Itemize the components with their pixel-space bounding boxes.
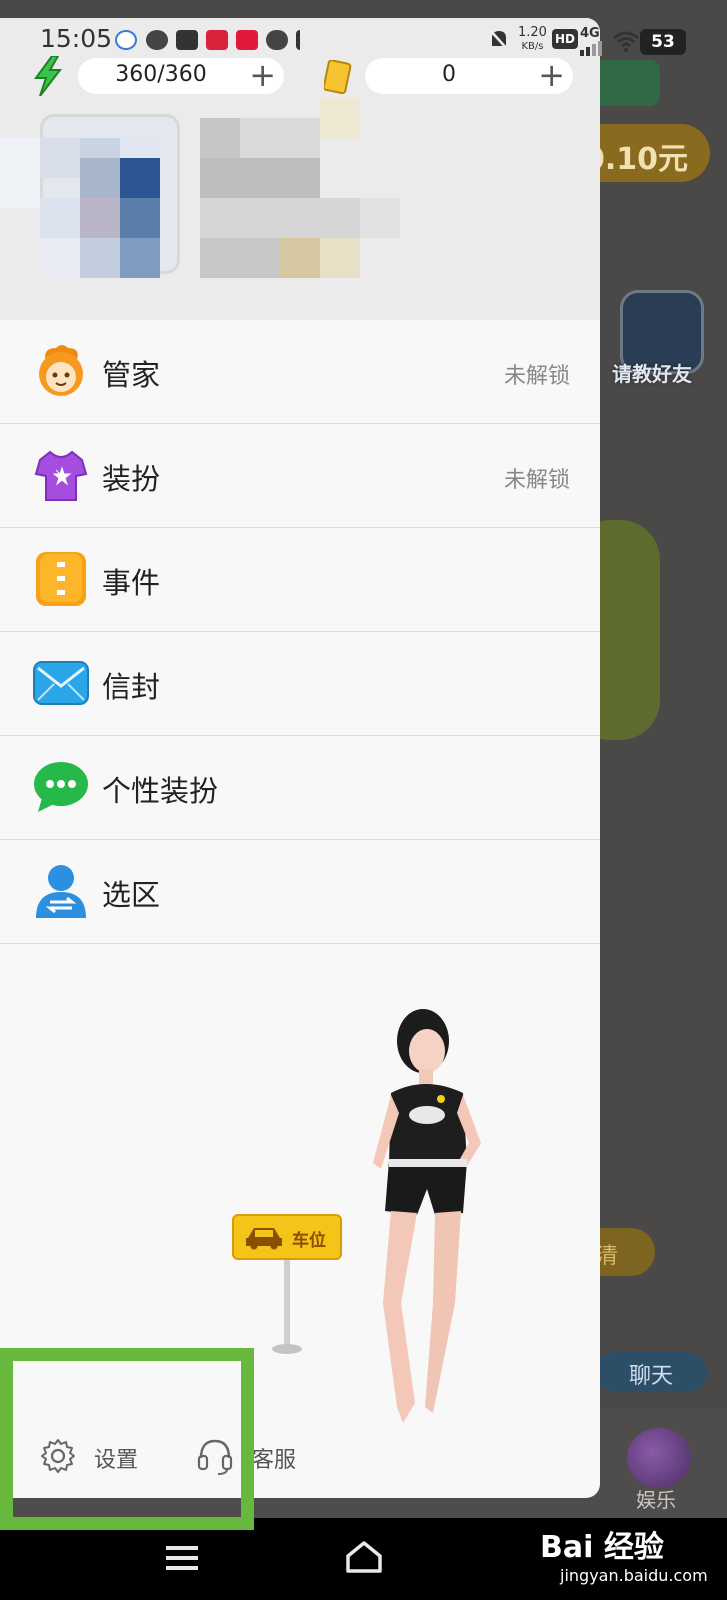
event-icon xyxy=(36,552,86,606)
character-illustration xyxy=(373,1009,481,1423)
menu-item-select-region[interactable]: 选区 xyxy=(0,840,600,944)
menu-item-status: 未解锁 xyxy=(503,364,570,389)
menu-item-outfit[interactable]: 装扮 未解锁 xyxy=(0,424,600,528)
bg-chat-button: 聊天 xyxy=(595,1352,707,1392)
menu-item-personal-outfit[interactable]: 个性装扮 xyxy=(0,736,600,840)
status-bar: 15:05 1.20 KB/s HD 4G 53 xyxy=(0,18,727,62)
coin-pill: 0 + xyxy=(365,57,573,94)
network-speed-unit: KB/s xyxy=(521,41,544,52)
menu-item-label: 管家 xyxy=(102,358,161,392)
tiktok-icon xyxy=(296,30,312,50)
app-red-icon xyxy=(206,30,228,50)
energy-value: 360/360 xyxy=(115,62,207,87)
wifi-icon xyxy=(613,31,639,52)
battery-level: 53 xyxy=(640,29,686,55)
parking-sign[interactable]: 车位 xyxy=(232,1214,342,1260)
weather-icon xyxy=(266,30,288,50)
car-icon xyxy=(246,1228,282,1250)
menu-item-label: 选区 xyxy=(102,878,161,912)
wechat-icon xyxy=(146,30,168,50)
parking-sign-base xyxy=(272,1344,302,1354)
menu-item-butler[interactable]: 管家 未解锁 xyxy=(0,320,600,424)
network-speed: 1.20 KB/s xyxy=(518,26,547,53)
highlight-annotation xyxy=(0,1348,254,1530)
parking-sign-pole xyxy=(284,1260,290,1350)
menu-item-label: 事件 xyxy=(102,566,161,600)
menu-item-events[interactable]: 事件 xyxy=(0,528,600,632)
lightning-energy-icon xyxy=(34,56,63,96)
switch-user-icon xyxy=(36,865,86,918)
mute-bell-icon xyxy=(489,29,509,51)
menu-lines-icon[interactable] xyxy=(166,1544,198,1572)
bg-tab-entertainment: 娱乐 xyxy=(636,1488,676,1512)
envelope-icon xyxy=(33,661,89,705)
watermark-brand: Bai 经验 xyxy=(540,1530,664,1565)
energy-add-button[interactable]: + xyxy=(249,57,276,93)
chat-bubble-icon xyxy=(34,762,88,812)
watermark-url: jingyan.baidu.com xyxy=(560,1566,708,1585)
menu-item-envelope[interactable]: 信封 xyxy=(0,632,600,736)
menu-item-status: 未解锁 xyxy=(503,468,570,493)
signal-label: 4G xyxy=(580,26,600,41)
tshirt-icon xyxy=(34,450,88,501)
menu-item-label: 个性装扮 xyxy=(102,774,219,808)
bg-ask-friend-label: 请教好友 xyxy=(612,362,692,386)
menu-item-label: 信封 xyxy=(102,670,161,704)
energy-pill: 360/360 + xyxy=(78,57,284,94)
coin-value: 0 xyxy=(442,62,456,87)
coin-add-button[interactable]: + xyxy=(538,57,565,93)
customer-service-label: 客服 xyxy=(252,1448,297,1473)
butler-icon xyxy=(39,345,83,396)
mail-app-icon xyxy=(176,30,198,50)
planet-icon xyxy=(627,1428,691,1488)
parking-label: 车位 xyxy=(292,1231,326,1251)
side-drawer: 管家 未解锁 装扮 未解锁 事件 信封 个性装扮 选区 车位 设置 客服 xyxy=(0,18,600,1498)
menu-item-label: 装扮 xyxy=(102,462,161,496)
xiaohongshu-icon xyxy=(236,30,258,50)
signal-bars-icon xyxy=(580,41,602,56)
status-time: 15:05 xyxy=(40,24,113,53)
coupon-ticket-icon xyxy=(324,60,352,94)
cloud-sync-icon xyxy=(115,30,137,50)
hd-badge: HD xyxy=(552,29,579,49)
network-speed-value: 1.20 xyxy=(518,25,547,40)
home-icon[interactable] xyxy=(344,1540,384,1574)
